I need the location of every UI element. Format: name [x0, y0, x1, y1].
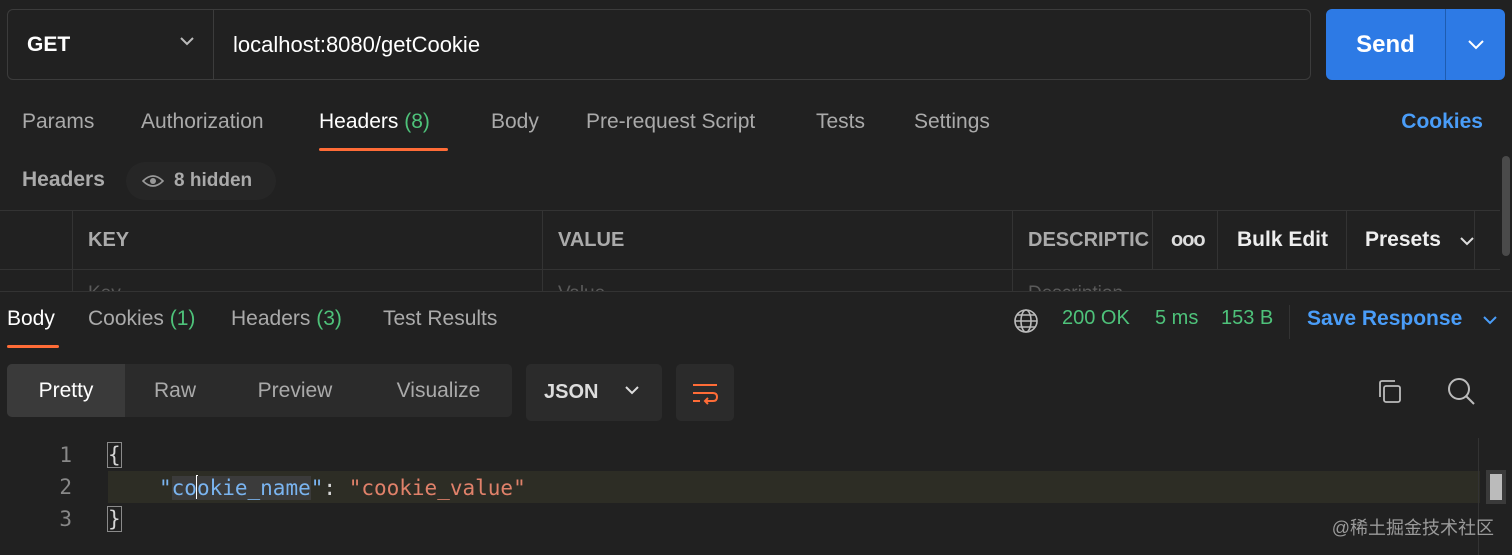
tab-pre-request-script[interactable]: Pre-request Script: [586, 110, 755, 134]
chevron-down-icon: [1483, 316, 1497, 325]
table-column-divider: [72, 211, 73, 292]
status-code[interactable]: 200 OK: [1062, 307, 1130, 330]
headers-table: KEY VALUE DESCRIPTIC ooo Bulk Edit Prese…: [0, 210, 1500, 292]
response-tab-headers[interactable]: Headers (3): [231, 307, 342, 331]
editor-scrollbar-thumb[interactable]: [1486, 470, 1506, 504]
view-mode-pretty[interactable]: Pretty: [7, 364, 125, 417]
line-number: 3: [59, 507, 72, 531]
divider: [1289, 305, 1290, 339]
cookies-link[interactable]: Cookies: [1401, 110, 1483, 134]
save-response-label: Save Response: [1307, 307, 1463, 330]
tab-authorization[interactable]: Authorization: [141, 110, 264, 134]
send-button-group: Send: [1326, 9, 1505, 80]
view-mode-raw[interactable]: Raw: [125, 364, 225, 417]
json-open-brace: {: [107, 442, 122, 468]
json-colon: :: [323, 476, 349, 500]
watermark: @稀土掘金技术社区: [1331, 518, 1494, 538]
tab-tests[interactable]: Tests: [816, 110, 865, 134]
bulk-edit-button[interactable]: Bulk Edit: [1237, 228, 1328, 252]
tab-headers[interactable]: Headers (8): [319, 110, 430, 134]
response-divider[interactable]: [0, 291, 1512, 292]
table-column-divider: [1152, 211, 1153, 270]
tab-body[interactable]: Body: [491, 110, 539, 134]
format-select[interactable]: JSON: [526, 364, 662, 421]
scrollbar-thumb[interactable]: [1502, 156, 1510, 256]
method-select[interactable]: GET: [8, 10, 214, 79]
json-key-quote: ": [159, 476, 172, 500]
response-body-editor[interactable]: 1 2 3 { "cookie_name": "cookie_value" }: [0, 438, 1480, 555]
view-mode-visualize[interactable]: Visualize: [365, 364, 512, 417]
json-string-value: "cookie_value": [348, 476, 526, 500]
tab-headers-label: Headers: [319, 110, 399, 133]
column-header-key: KEY: [88, 229, 130, 251]
tab-settings[interactable]: Settings: [914, 110, 990, 134]
response-tab-cookies-label: Cookies: [88, 307, 164, 330]
wrap-lines-icon: [693, 383, 719, 405]
copy-icon[interactable]: [1376, 378, 1404, 406]
table-column-divider: [1346, 211, 1347, 270]
headers-section-title: Headers: [22, 168, 105, 191]
json-key-part: co: [171, 476, 197, 500]
tab-headers-count: (8): [404, 110, 430, 133]
request-bar: GET localhost:8080/getCookie: [7, 9, 1311, 80]
format-label: JSON: [544, 381, 599, 403]
table-column-divider: [542, 211, 543, 292]
chevron-down-icon: [625, 386, 639, 395]
send-dropdown-button[interactable]: [1446, 9, 1505, 80]
json-close-brace: }: [107, 506, 122, 532]
response-size[interactable]: 153 B: [1221, 307, 1273, 330]
column-header-description: DESCRIPTIC: [1028, 229, 1150, 251]
chevron-down-icon: [1460, 237, 1474, 246]
presets-label: Presets: [1365, 228, 1441, 251]
send-button[interactable]: Send: [1326, 9, 1446, 80]
response-tab-headers-count: (3): [316, 307, 342, 330]
wrap-lines-button[interactable]: [676, 364, 734, 421]
column-header-value: VALUE: [558, 229, 625, 251]
json-key-quote: ": [310, 476, 324, 500]
url-text: localhost:8080/getCookie: [233, 31, 481, 57]
json-key-part: okie_name: [196, 476, 311, 500]
line-number: 1: [59, 443, 72, 467]
eye-icon: [142, 175, 164, 187]
more-options-button[interactable]: ooo: [1171, 229, 1206, 252]
response-tabs: Body Cookies (1) Headers (3) Test Result…: [0, 305, 1512, 349]
table-column-divider: [1012, 211, 1013, 292]
table-column-divider: [1217, 211, 1218, 270]
save-response-button[interactable]: Save Response: [1307, 307, 1498, 331]
active-response-tab-underline: [7, 345, 59, 348]
url-input[interactable]: localhost:8080/getCookie: [214, 10, 1310, 79]
presets-dropdown[interactable]: Presets: [1365, 228, 1475, 252]
json-line: "cookie_name": "cookie_value": [159, 475, 526, 500]
method-label: GET: [27, 32, 71, 56]
line-number: 2: [59, 475, 72, 499]
response-tab-body[interactable]: Body: [7, 307, 55, 331]
hidden-headers-toggle[interactable]: 8 hidden: [126, 162, 276, 200]
chevron-down-icon: [1467, 40, 1484, 50]
request-tabs: Params Authorization Headers (8) Body Pr…: [0, 96, 1512, 152]
tab-params[interactable]: Params: [22, 110, 94, 134]
search-icon[interactable]: [1446, 376, 1476, 406]
hidden-headers-count: 8 hidden: [174, 170, 253, 191]
response-time[interactable]: 5 ms: [1155, 307, 1198, 330]
response-tab-test-results[interactable]: Test Results: [383, 307, 497, 331]
response-tab-headers-label: Headers: [231, 307, 311, 330]
response-tab-cookies[interactable]: Cookies (1): [88, 307, 195, 331]
chevron-down-icon: [180, 37, 194, 46]
view-mode-preview[interactable]: Preview: [225, 364, 365, 417]
globe-icon[interactable]: [1013, 308, 1039, 334]
view-mode-selector: Pretty Raw Preview Visualize: [7, 364, 512, 417]
active-tab-underline: [319, 148, 448, 151]
response-tab-cookies-count: (1): [169, 307, 196, 330]
